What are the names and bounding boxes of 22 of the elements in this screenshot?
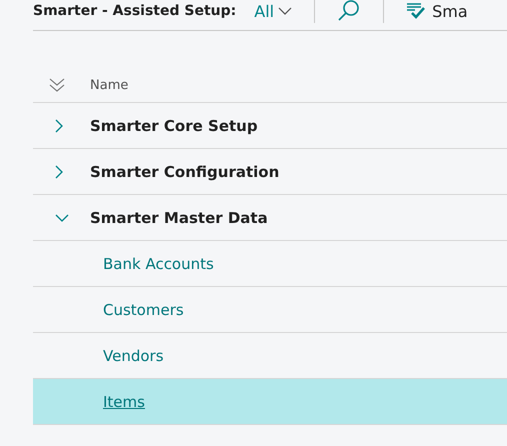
filter-dropdown[interactable]: All (254, 2, 292, 20)
collapse-all-icon[interactable] (49, 77, 65, 93)
column-header: Name (90, 78, 128, 92)
action-button[interactable]: Sma (406, 2, 468, 20)
group-label: Smarter Core Setup (90, 116, 258, 134)
group-label: Smarter Master Data (90, 208, 268, 226)
item-link[interactable]: Bank Accounts (103, 254, 214, 272)
chevron-down-icon (278, 7, 292, 15)
chevron-right-icon (55, 118, 63, 132)
search-button[interactable] (337, 0, 362, 22)
tree-row[interactable]: Customers (33, 287, 507, 333)
item-link[interactable]: Customers (103, 300, 184, 318)
item-link[interactable]: Vendors (103, 346, 164, 364)
search-icon (337, 0, 362, 22)
chevron-down-icon (55, 214, 69, 222)
item-link[interactable]: Items (103, 392, 145, 410)
group-label: Smarter Configuration (90, 162, 280, 180)
chevron-right-icon (55, 164, 63, 178)
tree-row[interactable]: Bank Accounts (33, 241, 507, 287)
tree-row[interactable]: Items (33, 379, 507, 425)
page-title: Smarter - Assisted Setup: (33, 3, 236, 19)
checklist-icon (406, 2, 426, 20)
